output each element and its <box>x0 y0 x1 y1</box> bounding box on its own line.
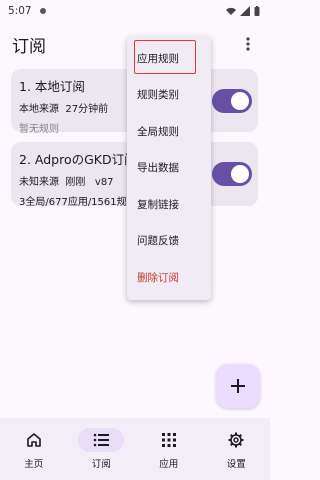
plus-icon <box>231 379 245 393</box>
nav-icon-container <box>78 428 125 452</box>
menu-item-app-rules[interactable]: 应用规则 <box>127 40 211 77</box>
more-options-button[interactable] <box>238 34 258 54</box>
status-time: 5:07 <box>8 5 32 17</box>
more-vert-icon <box>246 37 250 51</box>
home-icon <box>26 433 41 447</box>
nav-item-subscriptions[interactable]: 订阅 <box>68 418 136 480</box>
subscription-version: v87 <box>94 177 114 188</box>
nav-icon-container <box>11 428 57 452</box>
nav-item-settings[interactable]: 设置 <box>203 418 271 480</box>
subscription-source: 本地来源 <box>19 104 59 115</box>
menu-item-rule-categories[interactable]: 规则类别 <box>127 77 211 114</box>
nav-icon-container <box>146 428 192 452</box>
menu-item-delete-subscription[interactable]: 删除订阅 <box>127 259 211 296</box>
nav-item-apps[interactable]: 应用 <box>135 418 203 480</box>
subscription-enable-switch[interactable] <box>212 162 252 186</box>
nav-label: 应用 <box>159 459 179 470</box>
add-subscription-button[interactable] <box>216 364 260 408</box>
wifi-icon <box>226 7 236 15</box>
subscription-updated: 27分钟前 <box>65 104 109 115</box>
notification-dot-icon <box>39 8 46 14</box>
bottom-navigation: 主页 订阅 应用 设置 <box>0 418 270 480</box>
nav-item-home[interactable]: 主页 <box>0 418 68 480</box>
subscription-enable-switch[interactable] <box>212 89 252 113</box>
nav-label: 设置 <box>226 459 246 470</box>
apps-grid-icon <box>161 433 176 447</box>
cellular-signal-icon <box>240 6 250 16</box>
menu-item-copy-link[interactable]: 复制链接 <box>127 186 211 223</box>
nav-label: 订阅 <box>91 459 111 470</box>
list-icon <box>93 433 110 447</box>
switch-knob <box>231 165 249 183</box>
page-title: 订阅 <box>12 36 46 57</box>
nav-icon-container <box>213 428 259 452</box>
menu-item-export-data[interactable]: 导出数据 <box>127 150 211 187</box>
subscription-options-menu: 应用规则 规则类别 全局规则 导出数据 复制链接 问题反馈 删除订阅 <box>127 36 211 300</box>
menu-item-global-rules[interactable]: 全局规则 <box>127 113 211 150</box>
battery-icon <box>254 6 260 16</box>
subscription-source: 未知来源 <box>19 177 59 188</box>
nav-label: 主页 <box>24 459 44 470</box>
gear-icon <box>228 432 244 448</box>
menu-item-feedback[interactable]: 问题反馈 <box>127 223 211 260</box>
status-bar: 5:07 <box>0 0 270 22</box>
switch-knob <box>231 92 249 110</box>
subscription-updated: 刚刚 <box>65 177 86 188</box>
